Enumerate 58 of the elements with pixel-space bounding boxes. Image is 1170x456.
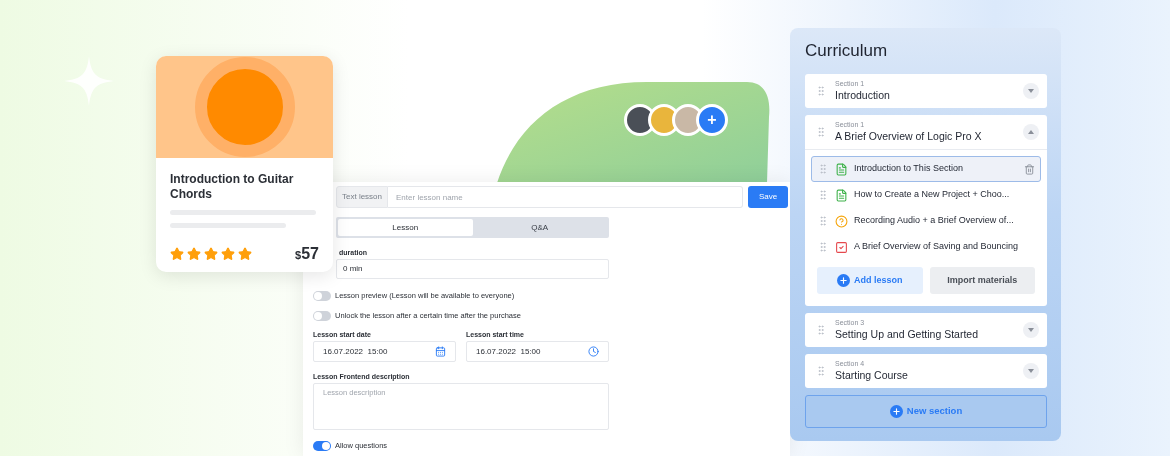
caret-icon (1028, 130, 1034, 134)
drag-handle-icon[interactable] (817, 241, 829, 253)
star-icon (238, 247, 252, 261)
lesson-item[interactable]: Recording Audio + a Brief Overview of... (811, 208, 1041, 234)
star-icon (187, 247, 201, 261)
drag-handle-icon[interactable] (817, 163, 829, 175)
section-title: Introduction (835, 88, 891, 102)
toggle-switch[interactable] (313, 291, 331, 301)
expand-button[interactable] (1023, 322, 1039, 338)
star-icon (170, 247, 184, 261)
course-title: Introduction to Guitar Chords (170, 172, 295, 202)
drag-handle-icon[interactable] (815, 85, 827, 97)
curriculum-title: Curriculum (805, 40, 889, 62)
star-icon (204, 247, 218, 261)
toggle-switch[interactable] (313, 441, 331, 451)
add-lesson-button[interactable]: Add lesson (817, 267, 923, 294)
duration-field[interactable]: 0 min (336, 259, 609, 279)
lesson-item[interactable]: Introduction to This Section (811, 156, 1041, 182)
expand-button[interactable] (1023, 363, 1039, 379)
section-title: A Brief Overview of Logic Pro X (835, 129, 983, 143)
document-icon (835, 162, 848, 176)
lesson-title: Introduction to This Section (854, 162, 964, 176)
caret-icon (1028, 328, 1034, 332)
calendar-icon (435, 346, 446, 357)
lesson-name-field[interactable]: Enter lesson name (388, 186, 743, 208)
clock-icon (588, 346, 599, 357)
drag-handle-icon[interactable] (815, 365, 827, 377)
time-field[interactable]: 16.07.2022 15:00 (466, 341, 609, 362)
tab[interactable]: Q&A (472, 219, 607, 236)
drag-handle-icon[interactable] (815, 324, 827, 336)
price: $57 (295, 244, 319, 264)
section-title: Setting Up and Getting Started (835, 327, 979, 341)
lesson-item[interactable]: A Brief Overview of Saving and Bouncing (811, 234, 1041, 260)
drag-handle-icon[interactable] (817, 215, 829, 227)
drag-handle-icon[interactable] (817, 189, 829, 201)
date-field[interactable]: 16.07.2022 15:00 (313, 341, 456, 362)
caret-icon (1028, 369, 1034, 373)
tab[interactable]: Lesson (338, 219, 473, 236)
caret-icon (1028, 89, 1034, 93)
delete-icon[interactable] (1024, 163, 1035, 175)
document-icon (835, 188, 848, 202)
lesson-type-label: Text lesson (336, 186, 389, 208)
plus-icon (837, 274, 850, 287)
question-icon (835, 214, 848, 228)
collapse-button[interactable] (1023, 124, 1039, 140)
drag-handle-icon[interactable] (815, 126, 827, 138)
star-icon (221, 247, 235, 261)
plus-icon (889, 405, 903, 418)
lesson-title: How to Create a New Project + Choo... (854, 188, 1011, 202)
checkbox-icon (835, 240, 848, 254)
section-title: Starting Course (835, 368, 909, 382)
lesson-title: Recording Audio + a Brief Overview of... (854, 214, 1015, 228)
save-button[interactable]: Save (748, 186, 788, 208)
expand-button[interactable] (1023, 83, 1039, 99)
lesson-title: A Brief Overview of Saving and Bouncing (854, 240, 1020, 254)
lesson-item[interactable]: How to Create a New Project + Choo... (811, 182, 1041, 208)
toggle-switch[interactable] (313, 311, 331, 321)
import-materials-button[interactable]: Import materials (929, 267, 1035, 294)
